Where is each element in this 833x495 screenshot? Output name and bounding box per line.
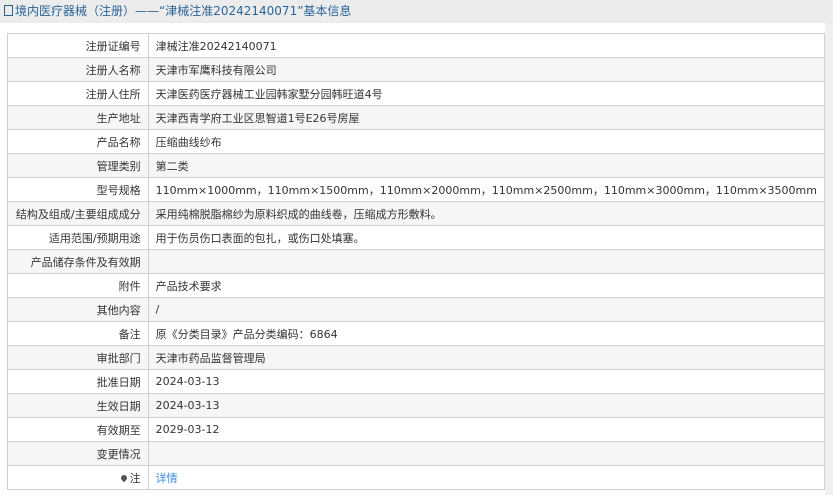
details-link[interactable]: 详情 bbox=[156, 472, 178, 485]
field-value: 天津市药品监督管理局 bbox=[147, 345, 826, 370]
field-label: 适用范围/预期用途 bbox=[7, 225, 149, 250]
table-row: 型号规格 110mm×1000mm，110mm×1500mm，110mm×2000… bbox=[7, 177, 826, 202]
field-label: 批准日期 bbox=[7, 369, 149, 394]
table-row: 注册人名称 天津市军鹰科技有限公司 bbox=[7, 57, 826, 82]
field-label: 注册人名称 bbox=[7, 57, 149, 82]
field-label: 管理类别 bbox=[7, 153, 149, 178]
table-row: 生效日期 2024-03-13 bbox=[7, 393, 826, 418]
field-label: 有效期至 bbox=[7, 417, 149, 442]
table-row: 注册人住所 天津医药医疗器械工业园韩家墅分园韩旺道4号 bbox=[7, 81, 826, 106]
table-row: 产品名称 压缩曲线纱布 bbox=[7, 129, 826, 154]
field-label: 备注 bbox=[7, 321, 149, 346]
field-value: 原《分类目录》产品分类编码：6864 bbox=[147, 321, 826, 346]
field-label: 生效日期 bbox=[7, 393, 149, 418]
table-row: 生产地址 天津西青学府工业区思智道1号E26号房屋 bbox=[7, 105, 826, 130]
field-value: 详情 bbox=[147, 465, 826, 490]
document-icon bbox=[4, 5, 13, 16]
pin-icon bbox=[119, 473, 128, 482]
field-value bbox=[147, 249, 826, 274]
field-value: 2024-03-13 bbox=[147, 393, 826, 418]
info-table: 注册证编号 津械注准20242140071 注册人名称 天津市军鹰科技有限公司 注册人住… bbox=[7, 33, 826, 490]
field-label: 其他内容 bbox=[7, 297, 149, 322]
table-row: 变更情况 bbox=[7, 441, 826, 466]
field-label: 注册人住所 bbox=[7, 81, 149, 106]
table-row: 结构及组成/主要组成成分 采用纯棉脱脂棉纱为原料织成的曲线卷，压缩成方形敷料。 bbox=[7, 201, 826, 226]
field-value: 天津市军鹰科技有限公司 bbox=[147, 57, 826, 82]
field-value: 2029-03-12 bbox=[147, 417, 826, 442]
table-row: 适用范围/预期用途 用于伤员伤口表面的包扎，或伤口处填塞。 bbox=[7, 225, 826, 250]
field-label: 注册证编号 bbox=[7, 33, 149, 58]
table-row: 审批部门 天津市药品监督管理局 bbox=[7, 345, 826, 370]
table-row: 备注 原《分类目录》产品分类编码：6864 bbox=[7, 321, 826, 346]
field-label: 变更情况 bbox=[7, 441, 149, 466]
field-label: 结构及组成/主要组成成分 bbox=[7, 201, 149, 226]
field-value: 110mm×1000mm，110mm×1500mm，110mm×2000mm，1… bbox=[147, 177, 826, 202]
field-value: 第二类 bbox=[147, 153, 826, 178]
page-title: 境内医疗器械（注册）——“津械注准20242140071”基本信息 bbox=[0, 0, 833, 23]
field-label: 生产地址 bbox=[7, 105, 149, 130]
field-value: 采用纯棉脱脂棉纱为原料织成的曲线卷，压缩成方形敷料。 bbox=[147, 201, 826, 226]
field-label: 产品储存条件及有效期 bbox=[7, 249, 149, 274]
table-row: 注册证编号 津械注准20242140071 bbox=[7, 33, 826, 58]
field-value: 天津医药医疗器械工业园韩家墅分园韩旺道4号 bbox=[147, 81, 826, 106]
field-label: 产品名称 bbox=[7, 129, 149, 154]
table-row: 其他内容 / bbox=[7, 297, 826, 322]
field-value bbox=[147, 441, 826, 466]
table-row: 注详情 bbox=[7, 465, 826, 490]
table-row: 附件 产品技术要求 bbox=[7, 273, 826, 298]
field-label: 审批部门 bbox=[7, 345, 149, 370]
field-label: 附件 bbox=[7, 273, 149, 298]
table-row: 管理类别 第二类 bbox=[7, 153, 826, 178]
field-value: 津械注准20242140071 bbox=[147, 33, 826, 58]
table-row: 批准日期 2024-03-13 bbox=[7, 369, 826, 394]
scrollbar[interactable] bbox=[825, 23, 833, 495]
field-label: 注 bbox=[7, 465, 149, 490]
field-value: 压缩曲线纱布 bbox=[147, 129, 826, 154]
table-row: 产品储存条件及有效期 bbox=[7, 249, 826, 274]
field-label: 型号规格 bbox=[7, 177, 149, 202]
field-value: / bbox=[147, 297, 826, 322]
table-row: 有效期至 2029-03-12 bbox=[7, 417, 826, 442]
field-value: 产品技术要求 bbox=[147, 273, 826, 298]
field-value: 用于伤员伤口表面的包扎，或伤口处填塞。 bbox=[147, 225, 826, 250]
field-value: 2024-03-13 bbox=[147, 369, 826, 394]
field-value: 天津西青学府工业区思智道1号E26号房屋 bbox=[147, 105, 826, 130]
